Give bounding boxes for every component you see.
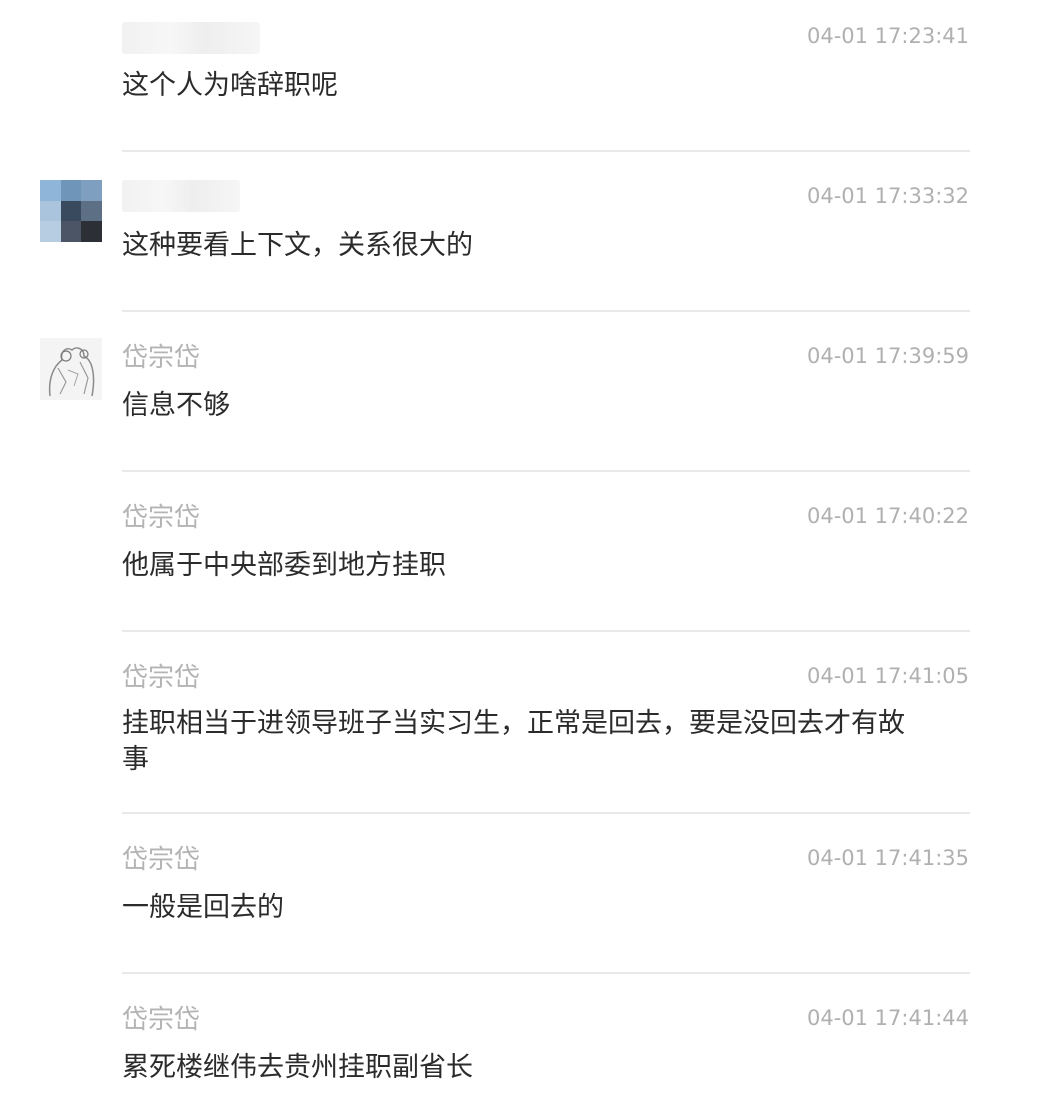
comment-username[interactable]: 岱宗岱: [122, 1004, 200, 1036]
masked-username[interactable]: [122, 180, 240, 212]
comment-text: 这个人为啥辞职呢: [122, 70, 338, 101]
comment-text: 他属于中央部委到地方挂职: [122, 550, 446, 581]
comment-timestamp: 04-01 17:39:59: [806, 344, 969, 368]
comment-divider: [122, 812, 970, 814]
comment-divider: [122, 972, 970, 974]
comment-text: 一般是回去的: [122, 892, 284, 923]
comment-timestamp: 04-01 17:41:44: [806, 1006, 969, 1030]
comment-username[interactable]: 岱宗岱: [122, 844, 200, 876]
comment-divider: [122, 150, 970, 152]
comment-text: 累死楼继伟去贵州挂职副省长: [122, 1052, 473, 1083]
masked-username[interactable]: [122, 22, 260, 54]
comment-timestamp: 04-01 17:41:05: [806, 664, 969, 688]
comment-divider: [122, 310, 970, 312]
comment-text: 信息不够: [122, 390, 230, 421]
comment-username[interactable]: 岱宗岱: [122, 502, 200, 534]
comment-username[interactable]: 岱宗岱: [122, 662, 200, 694]
comment-timestamp: 04-01 17:33:32: [806, 184, 969, 208]
comment-text: 挂职相当于进领导班子当实习生，正常是回去，要是没回去才有故事: [122, 708, 905, 775]
comment-timestamp: 04-01 17:40:22: [806, 504, 969, 528]
comment-text: 这种要看上下文，关系很大的: [122, 230, 473, 261]
pixelated-avatar-icon[interactable]: [40, 180, 102, 242]
sketch-figure-avatar-icon[interactable]: [40, 338, 102, 400]
comment-divider: [122, 470, 970, 472]
comment-timestamp: 04-01 17:23:41: [806, 24, 969, 48]
comment-timestamp: 04-01 17:41:35: [806, 846, 969, 870]
comment-divider: [122, 630, 970, 632]
comment-username[interactable]: 岱宗岱: [122, 342, 200, 374]
